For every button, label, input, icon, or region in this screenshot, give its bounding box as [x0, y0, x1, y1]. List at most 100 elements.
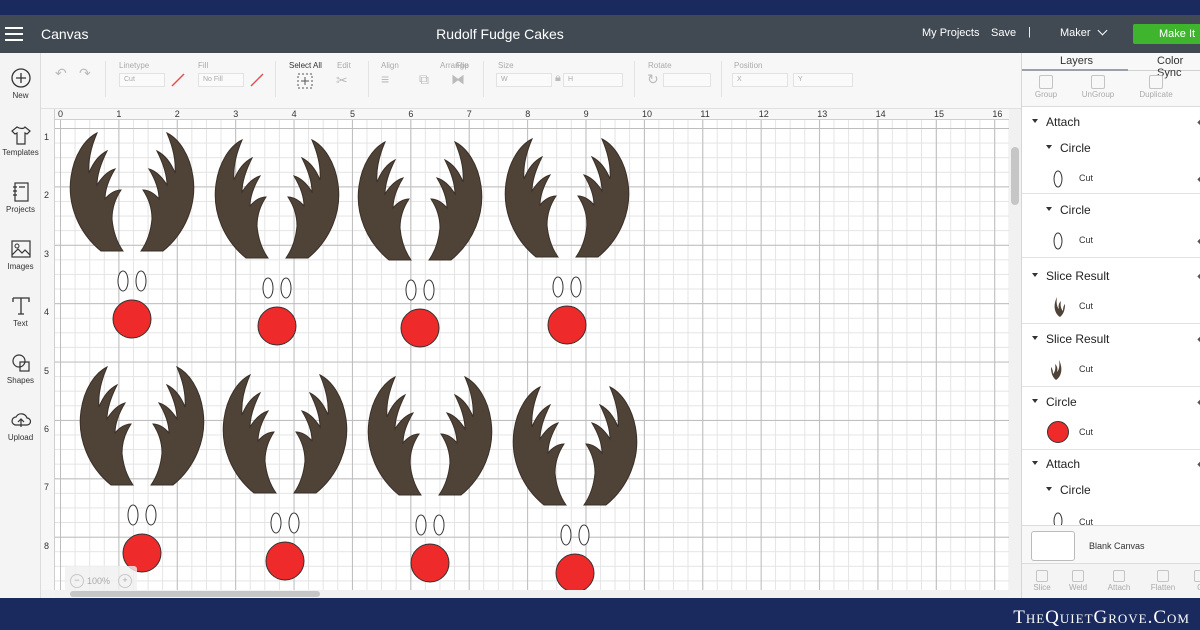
layer-item-row[interactable]: Cut ◆	[1022, 163, 1200, 193]
caret-down-icon[interactable]	[1046, 145, 1052, 149]
reindeer-face[interactable]	[504, 137, 630, 345]
weld-button[interactable]: Weld	[1058, 570, 1098, 592]
rotate-input[interactable]	[663, 73, 711, 87]
linetype-color-icon[interactable]	[171, 73, 185, 87]
caret-down-icon[interactable]	[1032, 119, 1038, 123]
layer-item-row[interactable]: Cut ◆	[1022, 225, 1200, 255]
projects-button[interactable]: Projects	[0, 181, 41, 214]
layer-item-row[interactable]: Cut	[1022, 289, 1200, 323]
red-nose-circle[interactable]	[400, 308, 440, 348]
layer-group-row[interactable]: Slice Result ◆	[1022, 331, 1200, 349]
reindeer-face[interactable]	[222, 373, 348, 581]
eye-oval[interactable]	[578, 524, 590, 546]
eye-oval[interactable]	[270, 512, 282, 534]
right-antler[interactable]	[293, 373, 348, 494]
left-antler[interactable]	[504, 137, 559, 258]
reindeer-face[interactable]	[512, 385, 638, 590]
eye-oval[interactable]	[135, 270, 147, 292]
redo-icon[interactable]: ↷	[79, 65, 91, 82]
reindeer-face[interactable]	[214, 138, 340, 346]
left-antler[interactable]	[69, 131, 124, 252]
left-antler[interactable]	[357, 140, 412, 261]
arrange-icon[interactable]: ⧉	[419, 71, 429, 88]
horizontal-scrollbar[interactable]	[55, 590, 1009, 598]
scissors-icon[interactable]: ✂	[336, 72, 348, 89]
linetype-select[interactable]: Cut	[119, 73, 165, 87]
rotate-icon[interactable]: ↻	[647, 71, 659, 88]
layer-group-row[interactable]: Circle ◆	[1022, 394, 1200, 412]
caret-down-icon[interactable]	[1046, 207, 1052, 211]
contour-button[interactable]: C	[1180, 570, 1200, 592]
layer-group-row[interactable]: Circle	[1022, 202, 1200, 220]
layer-group-row[interactable]: Slice Result ◆	[1022, 268, 1200, 286]
align-icon[interactable]: ≡	[381, 71, 389, 87]
fill-color-icon[interactable]	[250, 73, 264, 87]
red-nose-circle[interactable]	[257, 306, 297, 346]
ungroup-button[interactable]: UnGroup	[1076, 75, 1120, 99]
undo-icon[interactable]: ↶	[55, 65, 67, 82]
right-antler[interactable]	[428, 140, 483, 261]
caret-down-icon[interactable]	[1032, 399, 1038, 403]
eye-oval[interactable]	[127, 504, 139, 526]
right-antler[interactable]	[140, 131, 195, 252]
fill-select[interactable]: No Fill	[198, 73, 244, 87]
design-canvas[interactable]: 012345678910111213141516 123456789	[41, 109, 1009, 590]
left-antler[interactable]	[214, 138, 269, 259]
caret-down-icon[interactable]	[1032, 461, 1038, 465]
eye-oval[interactable]	[262, 277, 274, 299]
layer-item-row[interactable]: Cut	[1022, 352, 1200, 386]
new-button[interactable]: New	[0, 67, 41, 100]
red-nose-circle[interactable]	[410, 543, 450, 583]
attach-button[interactable]: Attach	[1099, 570, 1139, 592]
scrollbar-thumb[interactable]	[70, 591, 320, 597]
make-it-button[interactable]: Make It	[1133, 24, 1200, 44]
eye-oval[interactable]	[560, 524, 572, 546]
eye-oval[interactable]	[280, 277, 292, 299]
width-input[interactable]: W	[496, 73, 552, 87]
slice-button[interactable]: Slice	[1022, 570, 1062, 592]
eye-oval[interactable]	[552, 276, 564, 298]
layer-group-row[interactable]: Attach ◆	[1022, 456, 1200, 474]
upload-button[interactable]: Upload	[0, 409, 41, 442]
position-y-input[interactable]: Y	[793, 73, 853, 87]
caret-down-icon[interactable]	[1032, 336, 1038, 340]
layer-group-row[interactable]: Attach ◆	[1022, 114, 1200, 132]
scrollbar-thumb[interactable]	[1011, 147, 1019, 205]
left-antler[interactable]	[79, 365, 134, 486]
duplicate-button[interactable]: Duplicate	[1134, 75, 1178, 99]
machine-select[interactable]: Maker	[1060, 25, 1108, 39]
caret-down-icon[interactable]	[1046, 487, 1052, 491]
right-antler[interactable]	[575, 137, 630, 258]
left-antler[interactable]	[367, 375, 422, 496]
height-input[interactable]: H	[563, 73, 623, 87]
eye-oval[interactable]	[570, 276, 582, 298]
left-antler[interactable]	[512, 385, 567, 506]
tab-layers[interactable]: Layers	[1060, 55, 1093, 67]
vertical-scrollbar[interactable]	[1009, 109, 1021, 590]
eye-oval[interactable]	[288, 512, 300, 534]
caret-down-icon[interactable]	[1032, 273, 1038, 277]
zoom-out-button[interactable]: −	[70, 574, 84, 588]
select-all-icon[interactable]	[297, 73, 313, 89]
eye-oval[interactable]	[117, 270, 129, 292]
eye-oval[interactable]	[145, 504, 157, 526]
eye-oval[interactable]	[433, 514, 445, 536]
right-antler[interactable]	[583, 385, 638, 506]
left-antler[interactable]	[222, 373, 277, 494]
text-button[interactable]: Text	[0, 295, 41, 328]
red-nose-circle[interactable]	[112, 299, 152, 339]
reindeer-face[interactable]	[357, 140, 483, 348]
images-button[interactable]: Images	[0, 238, 41, 271]
shapes-button[interactable]: Shapes	[0, 352, 41, 385]
flatten-button[interactable]: Flatten	[1143, 570, 1183, 592]
reindeer-face[interactable]	[79, 365, 205, 573]
layer-group-row[interactable]: Circle	[1022, 140, 1200, 158]
layer-group-row[interactable]: Circle	[1022, 482, 1200, 500]
right-antler[interactable]	[285, 138, 340, 259]
reindeer-face[interactable]	[69, 131, 195, 339]
right-antler[interactable]	[150, 365, 205, 486]
blank-canvas-swatch[interactable]	[1031, 531, 1075, 561]
reindeer-face[interactable]	[367, 375, 493, 583]
zoom-in-button[interactable]: +	[118, 574, 132, 588]
red-nose-circle[interactable]	[265, 541, 305, 581]
